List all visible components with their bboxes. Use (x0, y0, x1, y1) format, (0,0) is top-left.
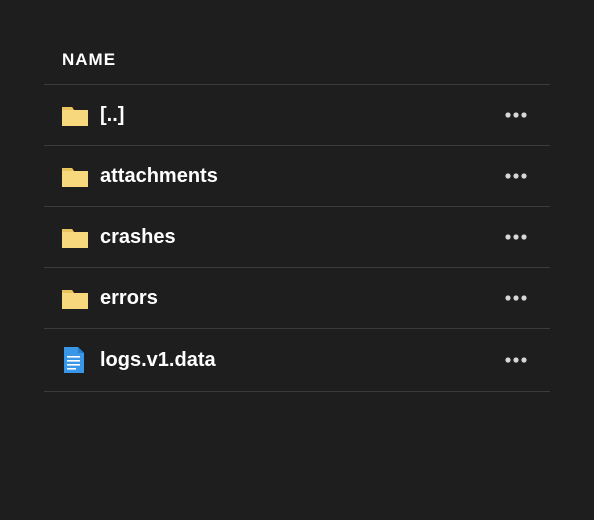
file-row-label: errors (100, 287, 500, 310)
more-icon (504, 234, 528, 240)
file-row-label: logs.v1.data (100, 349, 500, 372)
more-button[interactable] (500, 225, 532, 249)
file-list: NAME [..] attachments (0, 0, 594, 392)
file-row-label: attachments (100, 165, 500, 188)
file-icon (62, 347, 100, 373)
more-icon (504, 173, 528, 179)
folder-icon (62, 165, 100, 187)
more-icon (504, 295, 528, 301)
column-header-name[interactable]: NAME (62, 50, 116, 70)
more-icon (504, 112, 528, 118)
more-button[interactable] (500, 348, 532, 372)
file-row[interactable]: attachments (44, 146, 550, 207)
more-icon (504, 357, 528, 363)
file-row-label: [..] (100, 104, 500, 127)
more-button[interactable] (500, 103, 532, 127)
file-row-label: crashes (100, 226, 500, 249)
file-row[interactable]: errors (44, 268, 550, 329)
folder-icon (62, 104, 100, 126)
more-button[interactable] (500, 286, 532, 310)
file-row[interactable]: crashes (44, 207, 550, 268)
file-row[interactable]: logs.v1.data (44, 329, 550, 392)
folder-icon (62, 226, 100, 248)
file-row[interactable]: [..] (44, 85, 550, 146)
more-button[interactable] (500, 164, 532, 188)
folder-icon (62, 287, 100, 309)
column-header-row: NAME (44, 38, 550, 85)
